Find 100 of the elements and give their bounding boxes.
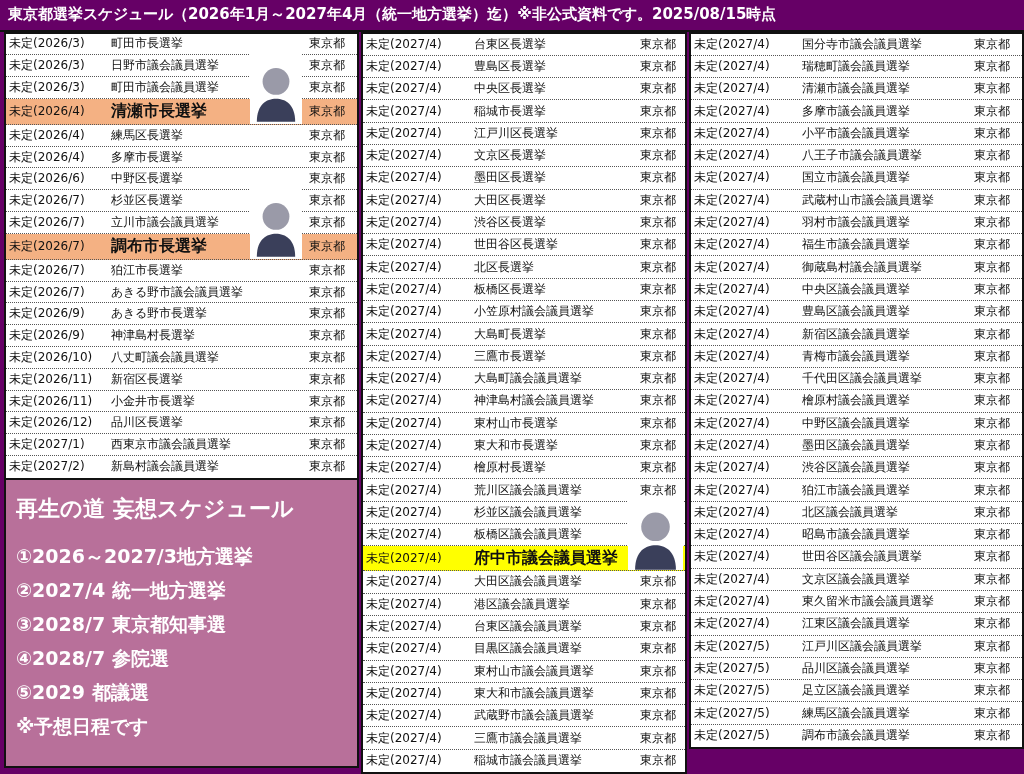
region-cell-text: 東京都 [973,481,1011,499]
date-cell-text: 未定(2027/4) [365,618,443,636]
date-cell-text: 未定(2027/1) [8,436,86,454]
election-name-cell-text: 東大和市議会議員選挙 [473,684,595,702]
panel-item: ①2026～2027/3地方選挙 [16,543,254,569]
date-cell-text: 未定(2026/10) [8,348,94,366]
election-name-cell-text: 立川市議会議員選挙 [110,213,220,231]
election-name-cell-text: 西東京市議会議員選挙 [110,436,232,454]
date-cell-text: 未定(2027/4) [365,347,443,365]
election-name-cell-text: 足立区議会議員選挙 [801,682,911,700]
date-cell-text: 未定(2027/4) [693,392,771,410]
region-cell-text: 東京都 [639,147,677,165]
region-cell-text: 東京都 [639,392,677,410]
date-cell-text: 未定(2027/2) [8,458,86,476]
election-name-cell-text: 檜原村議会議員選挙 [801,392,911,410]
date-cell-text: 未定(2026/7) [8,192,86,210]
date-cell-text: 未定(2027/4) [365,392,443,410]
date-cell-text: 未定(2027/4) [365,752,443,770]
date-cell-text: 未定(2027/4) [693,370,771,388]
date-cell-text: 未定(2027/4) [693,615,771,633]
region-cell-text: 東京都 [973,236,1011,254]
election-name-cell-text: 荒川区議会議員選挙 [473,481,583,499]
date-cell-text: 未定(2027/4) [365,57,443,75]
election-name-cell-text: 清瀬市議会議員選挙 [801,80,911,98]
region-cell-text: 東京都 [639,169,677,187]
panel-title: 再生の道 妄想スケジュール [16,494,295,523]
region-cell-text: 東京都 [639,258,677,276]
date-cell-text: 未定(2027/4) [365,280,443,298]
panel-item: ③2028/7 東京都知事選 [16,611,227,637]
region-cell-text: 東京都 [973,124,1011,142]
date-cell-text: 未定(2026/12) [8,414,94,432]
region-cell-text: 東京都 [639,124,677,142]
date-cell-text: 未定(2027/4) [693,57,771,75]
date-cell-text: 未定(2027/4) [365,169,443,187]
election-name-cell-text: 千代田区議会議員選挙 [801,370,923,388]
date-cell-text: 未定(2027/4) [365,729,443,747]
date-cell-text: 未定(2027/4) [693,548,771,566]
election-name-cell-text: 三鷹市議会議員選挙 [473,729,583,747]
region-cell-text: 東京都 [639,214,677,231]
date-cell-text: 未定(2027/4) [365,258,443,276]
election-name-cell-text: 大田区議会議員選挙 [473,573,583,591]
date-cell-text: 未定(2026/7) [8,261,86,279]
region-cell-text: 東京都 [308,414,346,432]
date-cell-text: 未定(2027/4) [693,236,771,254]
region-cell-text: 東京都 [639,325,677,343]
date-cell-text: 未定(2027/4) [693,191,771,209]
region-cell-text: 東京都 [308,283,346,301]
election-name-cell-text: あきる野市議会議員選挙 [110,283,244,301]
date-cell-text: 未定(2027/4) [693,102,771,120]
date-cell-text: 未定(2027/4) [365,414,443,432]
election-name-cell-text: 国分寺市議会議員選挙 [801,35,923,53]
election-name-cell-text: 多摩市議会議員選挙 [801,102,911,120]
date-cell-text: 未定(2027/4) [693,325,771,343]
region-cell-text: 東京都 [639,57,677,75]
election-name-cell-text: 中央区議会議員選挙 [801,280,911,298]
region-cell-text: 東京都 [973,526,1011,544]
election-name-cell-text: 狛江市議会議員選挙 [801,481,911,499]
election-name-cell-text: 檜原村長選挙 [473,459,547,477]
date-cell-text: 未定(2026/4) [8,102,86,120]
region-cell-text: 東京都 [308,213,346,231]
region-cell-text: 東京都 [308,392,346,410]
election-name-cell-text: 中野区議会議員選挙 [801,414,911,432]
date-cell-text: 未定(2027/4) [365,214,443,231]
date-cell-text: 未定(2027/4) [365,503,443,521]
region-cell-text: 東京都 [639,35,677,53]
election-name-cell-text: 府中市議会議員選挙 [473,547,619,569]
election-name-cell-text: 江東区議会議員選挙 [801,615,911,633]
election-name-cell-text: 御蔵島村議会議員選挙 [801,258,923,276]
election-name-cell-text: 町田市議会議員選挙 [110,79,220,96]
date-cell-text: 未定(2027/4) [365,35,443,53]
region-cell-text: 東京都 [639,303,677,321]
date-cell-text: 未定(2027/4) [365,236,443,254]
election-name-cell-text: 狛江市長選挙 [110,261,184,279]
election-name-cell-text: 昭島市議会議員選挙 [801,526,911,544]
election-name-cell-text: 東村山市長選挙 [473,414,559,432]
election-name-cell-text: 小平市議会議員選挙 [801,124,911,142]
date-cell-text: 未定(2026/11) [8,370,94,388]
region-cell-text: 東京都 [308,237,346,255]
date-cell-text: 未定(2027/4) [693,214,771,231]
election-name-cell-text: 渋谷区長選挙 [473,214,547,231]
date-cell-text: 未定(2027/4) [693,169,771,187]
date-cell-text: 未定(2026/3) [8,57,86,75]
election-name-cell-text: 豊島区議会議員選挙 [801,303,911,321]
region-cell-text: 東京都 [973,704,1011,722]
date-cell-text: 未定(2027/5) [693,637,771,655]
date-cell-text: 未定(2027/4) [693,526,771,544]
region-cell-text: 東京都 [973,593,1011,611]
region-cell-text: 東京都 [639,662,677,680]
date-cell-text: 未定(2026/7) [8,283,86,301]
election-name-cell-text: 北区議会議員選挙 [801,503,899,521]
region-cell-text: 東京都 [639,729,677,747]
region-cell-text: 東京都 [308,192,346,210]
election-name-cell-text: 調布市長選挙 [110,235,208,257]
election-name-cell-text: 東大和市長選挙 [473,437,559,454]
election-name-cell-text: 大田区長選挙 [473,191,547,209]
election-name-cell-text: 練馬区長選挙 [110,126,184,144]
date-cell-text: 未定(2027/4) [365,303,443,321]
region-cell-text: 東京都 [973,503,1011,521]
region-cell-text: 東京都 [973,57,1011,75]
date-cell-text: 未定(2027/5) [693,727,771,745]
